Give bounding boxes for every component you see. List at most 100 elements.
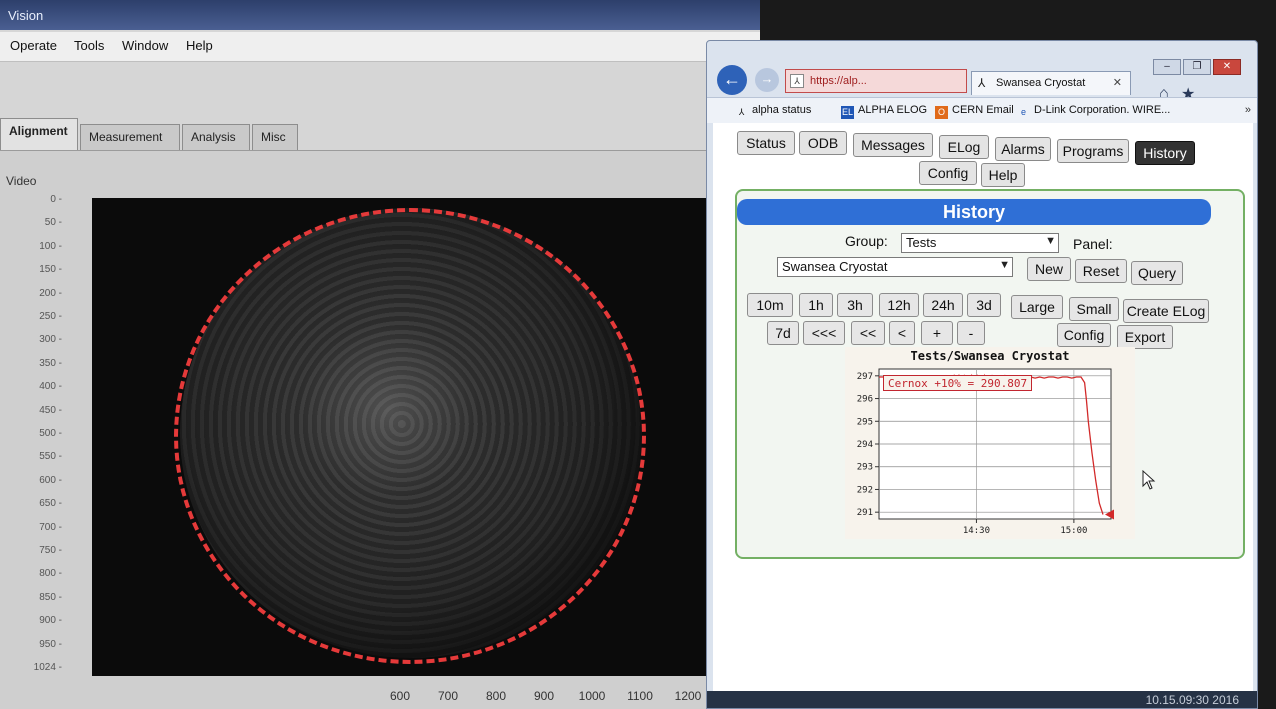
- scroll-back-button[interactable]: <: [889, 321, 915, 345]
- video-x-tick: 700: [437, 689, 459, 703]
- video-label: Video: [6, 174, 37, 188]
- taskbar-strip: 10.15.09:30 2016: [707, 691, 1257, 708]
- nav-config-button[interactable]: Config: [919, 161, 977, 185]
- nav-elog-button[interactable]: ELog: [939, 135, 989, 159]
- series-label: Cernox +10% = 290.807: [883, 375, 1033, 391]
- video-x-tick: 1000: [578, 689, 606, 703]
- browser-tab-warning[interactable]: ⅄ https://alp...: [785, 69, 967, 93]
- maximize-icon[interactable]: ❐: [1183, 59, 1211, 75]
- favorites-bar: ⅄ alpha status EL ALPHA ELOG O CERN Email e…: [707, 97, 1257, 123]
- nav-programs-button[interactable]: Programs: [1057, 139, 1129, 163]
- panel-query-button[interactable]: Query: [1131, 261, 1183, 285]
- plot-y-tick-label: 292: [857, 485, 873, 495]
- scroll-back-more-button[interactable]: <<: [851, 321, 885, 345]
- time-24h-button[interactable]: 24h: [923, 293, 963, 317]
- video-y-tick: 950 -: [39, 638, 62, 650]
- size-large-button[interactable]: Large: [1011, 295, 1063, 319]
- history-export-button[interactable]: Export: [1117, 325, 1173, 349]
- create-elog-button[interactable]: Create ELog: [1123, 299, 1209, 323]
- favorite-alpha-status[interactable]: ⅄ alpha status: [735, 104, 812, 119]
- video-y-tick: 250 -: [39, 311, 62, 322]
- video-y-tick: 150 -: [39, 264, 62, 276]
- plot-y-tick-label: 291: [857, 508, 873, 518]
- time-7d-button[interactable]: 7d: [767, 321, 799, 345]
- favorite-cern-email[interactable]: O CERN Email: [935, 104, 1014, 119]
- tab-analysis[interactable]: Analysis: [182, 124, 250, 150]
- ie-browser-window: – ❐ ✕ ← → ⅄ https://alp... ⅄ Swansea Cry…: [706, 40, 1258, 709]
- favorite-alpha-elog[interactable]: EL ALPHA ELOG: [841, 104, 927, 119]
- video-y-tick: 50 -: [44, 217, 62, 229]
- nav-history-button[interactable]: History: [1135, 141, 1195, 165]
- menu-window[interactable]: Window: [122, 38, 168, 53]
- time-1h-button[interactable]: 1h: [799, 293, 833, 317]
- forward-arrow-icon[interactable]: →: [755, 68, 779, 92]
- video-y-tick: 450 -: [39, 404, 62, 416]
- panel-reset-button[interactable]: Reset: [1075, 259, 1127, 283]
- video-y-tick: 400 -: [39, 381, 62, 393]
- plot-y-tick-label: 294: [857, 440, 873, 450]
- size-small-button[interactable]: Small: [1069, 297, 1119, 321]
- minimize-icon[interactable]: –: [1153, 59, 1181, 75]
- video-y-tick: 750 -: [39, 545, 62, 556]
- video-y-tick: 200 -: [39, 287, 62, 299]
- nav-help-button[interactable]: Help: [981, 163, 1025, 187]
- menu-operate[interactable]: Operate: [10, 38, 57, 53]
- history-plot[interactable]: Tests/Swansea Cryostat 291 292 293 294 295 29…: [845, 347, 1135, 539]
- group-select[interactable]: Tests ▼: [901, 233, 1059, 253]
- vision-titlebar: Vision: [0, 0, 760, 30]
- video-y-tick: 100 -: [39, 240, 62, 252]
- close-icon[interactable]: ✕: [1213, 59, 1241, 75]
- zoom-in-button[interactable]: +: [921, 321, 953, 345]
- plot-x-tick-label: 15:00: [1060, 526, 1087, 536]
- video-feed[interactable]: [92, 198, 732, 676]
- zoom-out-button[interactable]: -: [957, 321, 985, 345]
- menu-tools[interactable]: Tools: [74, 38, 104, 53]
- panel-new-button[interactable]: New: [1027, 257, 1071, 281]
- time-3h-button[interactable]: 3h: [837, 293, 873, 317]
- time-3d-button[interactable]: 3d: [967, 293, 1001, 317]
- plot-y-tick-label: 295: [857, 417, 873, 427]
- video-y-axis: 0 - 50 - 100 - 150 - 200 - 250 - 300 - 350 - 400…: [0, 192, 90, 692]
- nav-messages-button[interactable]: Messages: [853, 133, 933, 157]
- tab-misc[interactable]: Misc: [252, 124, 298, 150]
- tab-alignment[interactable]: Alignment: [0, 118, 78, 150]
- chevron-down-icon: ▼: [999, 259, 1010, 271]
- plot-x-tick-label: 14:30: [963, 526, 990, 536]
- favorites-more-icon[interactable]: »: [1245, 104, 1251, 116]
- scroll-back-far-button[interactable]: <<<: [803, 321, 845, 345]
- video-y-tick: 900 -: [39, 615, 62, 627]
- group-label: Group:: [845, 233, 888, 249]
- tab-measurement[interactable]: Measurement: [80, 124, 180, 150]
- video-y-tick: 500 -: [39, 428, 62, 439]
- back-arrow-icon[interactable]: ←: [717, 65, 747, 95]
- history-config-button[interactable]: Config: [1057, 323, 1111, 347]
- video-x-axis: 60070080090010001100120012: [90, 684, 743, 709]
- vision-app-window: Vision Operate Tools Window Help Alignme…: [0, 0, 760, 709]
- video-y-tick: 300 -: [39, 334, 62, 346]
- video-x-tick: 900: [533, 689, 555, 703]
- video-y-tick: 850 -: [39, 591, 62, 603]
- video-y-tick: 0 -: [50, 194, 62, 205]
- video-y-tick: 600 -: [39, 474, 62, 486]
- time-12h-button[interactable]: 12h: [879, 293, 919, 317]
- plot-y-tick-label: 297: [857, 372, 873, 382]
- video-y-tick: 650 -: [39, 498, 62, 510]
- browser-tab-active-label: Swansea Cryostat: [996, 77, 1086, 89]
- panel-select[interactable]: Swansea Cryostat ▼: [777, 257, 1013, 277]
- menu-help[interactable]: Help: [186, 38, 213, 53]
- video-y-tick: 1024 -: [33, 662, 62, 673]
- tab-close-icon[interactable]: ✕: [1113, 76, 1122, 89]
- nav-status-button[interactable]: Status: [737, 131, 795, 155]
- nav-alarms-button[interactable]: Alarms: [995, 137, 1051, 161]
- outlook-icon: O: [935, 106, 948, 119]
- browser-tab-active[interactable]: ⅄ Swansea Cryostat ✕: [971, 71, 1131, 95]
- video-y-tick: 350 -: [39, 357, 62, 369]
- vision-tabs: Alignment Measurement Analysis Misc: [0, 112, 760, 152]
- chevron-down-icon: ▼: [1045, 235, 1056, 247]
- panel-label: Panel:: [1073, 236, 1113, 252]
- video-y-tick: 800 -: [39, 568, 62, 580]
- favorite-dlink[interactable]: e D-Link Corporation. WIRE...: [1017, 104, 1170, 119]
- time-10m-button[interactable]: 10m: [747, 293, 793, 317]
- elog-icon: EL: [841, 106, 854, 119]
- nav-odb-button[interactable]: ODB: [799, 131, 847, 155]
